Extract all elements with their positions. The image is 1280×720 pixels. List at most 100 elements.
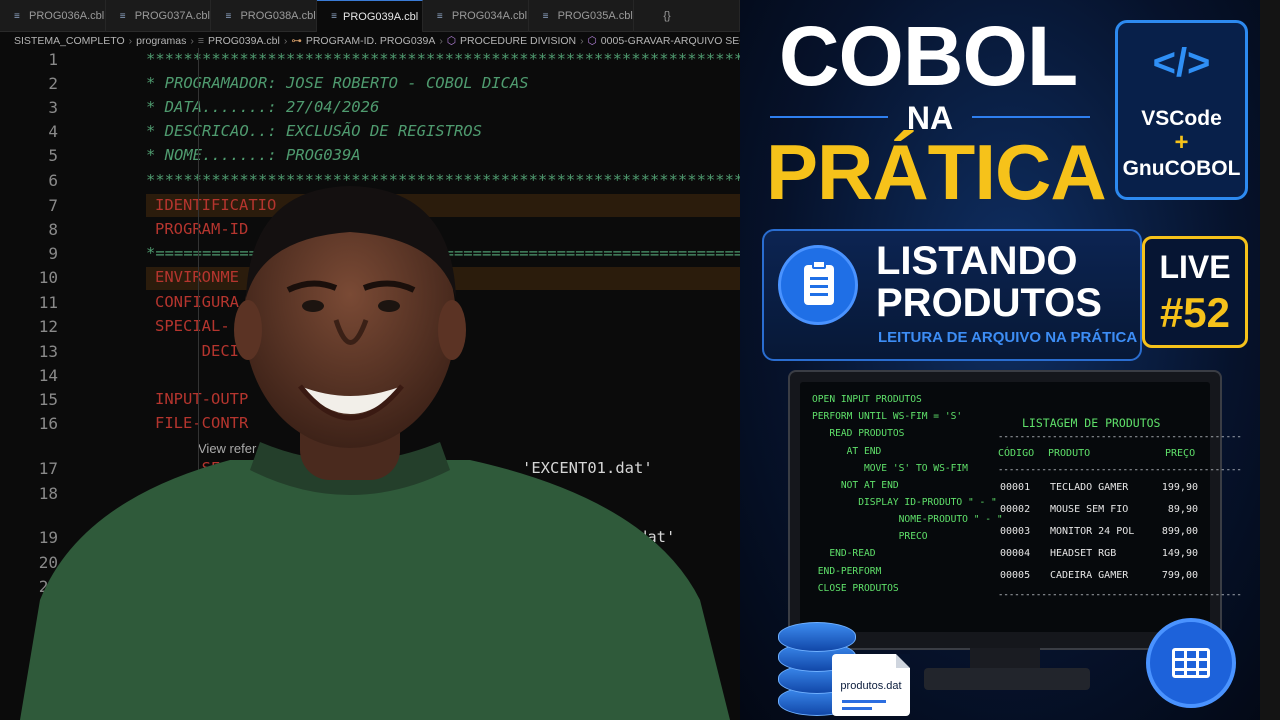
listing-product: MONITOR 24 POL <box>1050 526 1135 537</box>
tab-file[interactable]: ≡ PROG034A.cbl <box>423 0 529 32</box>
chevron-right-icon: › <box>128 35 133 47</box>
code-sample-line: PERFORM UNTIL WS-FIM = 'S' <box>812 411 963 422</box>
listing-code: 00005 <box>1000 570 1031 581</box>
file-lines-icon: ≡ <box>14 10 20 22</box>
listing-product: CADEIRA GAMER <box>1050 570 1129 581</box>
listing-code: 00002 <box>1000 504 1031 515</box>
tools-line-1: VSCode <box>1141 107 1222 130</box>
listing-code: 00003 <box>1000 526 1031 537</box>
module-icon: ⬡ <box>587 35 597 47</box>
topic-card: LISTANDO PRODUTOS LEITURA DE ARQUIVO NA … <box>762 229 1142 361</box>
breadcrumb-item[interactable]: PROCEDURE DIVISION <box>460 35 576 47</box>
listing-code: 00001 <box>1000 482 1031 493</box>
banner-title-highlight: PRÁTICA <box>766 128 1107 216</box>
listing-rule: ----------------------------------------… <box>998 432 1242 442</box>
code-sample-line: CLOSE PRODUTOS <box>812 583 899 594</box>
tools-line-2: GnuCOBOL <box>1122 157 1241 180</box>
line-number: 1 <box>48 50 58 69</box>
listing-product: TECLADO GAMER <box>1050 482 1129 493</box>
tab-label: {} <box>663 10 671 22</box>
code-sample-line: AT END <box>812 446 882 457</box>
chevron-right-icon: › <box>190 35 194 47</box>
file-lines-icon: ≡ <box>331 11 337 22</box>
file-icon: produtos.dat <box>832 654 910 716</box>
breadcrumb-item[interactable]: programas <box>136 35 186 47</box>
file-lines-icon: ≡ <box>119 10 126 22</box>
code-line: * NOME.......: PROG039A <box>146 146 361 164</box>
listing-header-code: CÓDIGO <box>998 448 1035 459</box>
tab-label: PROG037A.cbl <box>134 10 210 22</box>
tab-file[interactable]: ≡ PROG036A.cbl <box>0 0 106 32</box>
clipboard-icon <box>778 245 858 325</box>
code-sample-line: END-PERFORM <box>812 566 882 577</box>
listing-price: 799,00 <box>1161 570 1198 581</box>
code-line: * DESCRICAO..: EXCLUSÃO DE REGISTROS <box>146 122 482 140</box>
tab-label: PROG038A.cbl <box>240 10 316 22</box>
code-line: ****************************************… <box>146 50 740 68</box>
chevron-right-icon: › <box>283 35 288 47</box>
tab-file[interactable]: ≡ PROG037A.cbl <box>106 0 212 32</box>
line-number: 3 <box>48 98 58 117</box>
green-shirt <box>20 460 730 720</box>
symbol-icon: ⊶ <box>291 35 302 47</box>
divider <box>770 116 888 118</box>
code-line: * DATA.......: 27/04/2026 <box>146 98 380 116</box>
line-number: 2 <box>48 74 58 93</box>
plus-icon: + <box>1174 129 1189 156</box>
tab-file[interactable]: ≡ PROG038A.cbl <box>211 0 318 32</box>
code-sample-line: OPEN INPUT PRODUTOS <box>812 394 922 405</box>
listing-price: 149,90 <box>1161 548 1198 559</box>
live-thumbnail-banner: COBOL NA PRÁTICA </> VSCode + GnuCOBOL L… <box>740 0 1280 720</box>
code-sample-line: MOVE 'S' TO WS-FIM <box>812 463 968 474</box>
line-number: 4 <box>48 122 58 141</box>
listing-product: MOUSE SEM FIO <box>1050 504 1129 515</box>
code-sample-line: END-READ <box>812 548 876 559</box>
code-sample-line: NOME-PRODUTO " - " <box>812 514 1003 525</box>
code-line: * PROGRAMADOR: JOSE ROBERTO - COBOL DICA… <box>146 74 529 92</box>
tab-label: PROG036A.cbl <box>29 10 105 22</box>
tab-label: PROG039A.cbl <box>343 10 419 23</box>
listing-price: 899,00 <box>1161 526 1198 537</box>
file-lines-icon: ≡ <box>197 35 205 47</box>
breadcrumb-item[interactable]: PROG039A.cbl <box>208 35 280 47</box>
listing-title: LISTAGEM DE PRODUTOS <box>1022 416 1161 430</box>
presenter-webcam <box>20 186 730 720</box>
code-sample-line: PRECO <box>812 531 928 542</box>
scrollbar[interactable] <box>1260 0 1280 720</box>
listing-price: 199,90 <box>1161 482 1198 493</box>
editor-tab-bar: ≡ PROG036A.cbl ≡ PROG037A.cbl ≡ PROG038A.cbl ≡… <box>0 0 740 32</box>
live-number: #52 <box>1159 289 1231 336</box>
code-sample-line: NOT AT END <box>812 480 899 491</box>
file-label: produtos.dat <box>840 680 902 692</box>
code-icon: </> <box>1152 41 1211 85</box>
topic-title-line-1: LISTANDO <box>876 239 1078 283</box>
listing-code: 00004 <box>1000 548 1031 559</box>
breadcrumb-item[interactable]: 0005-GRAVAR-ARQUIVO SEC <box>601 35 740 47</box>
line-number: 5 <box>48 146 58 165</box>
tab-file[interactable]: ≡PROG039A.cbl× <box>317 0 423 32</box>
listing-header-price: PREÇO <box>1165 448 1196 459</box>
chevron-right-icon: › <box>439 35 443 47</box>
tools-badge: </> VSCode + GnuCOBOL <box>1115 20 1248 200</box>
tab-file[interactable]: ≡ PROG035A.cbl <box>529 0 635 32</box>
code-sample-line: READ PRODUTOS <box>812 428 905 439</box>
listing-rule: ----------------------------------------… <box>998 465 1242 475</box>
terminal-screen: OPEN INPUT PRODUTOS PERFORM UNTIL WS-FIM… <box>800 382 1242 632</box>
tab-file[interactable]: {} <box>634 0 740 32</box>
listing-price: 89,90 <box>1167 504 1198 515</box>
topic-title-line-2: PRODUTOS <box>876 281 1102 325</box>
listing-rule: ----------------------------------------… <box>998 590 1242 600</box>
live-label: LIVE <box>1159 249 1231 285</box>
chevron-right-icon: › <box>580 35 584 47</box>
breadcrumb-item[interactable]: SISTEMA_COMPLETO <box>14 35 125 47</box>
monitor-base <box>924 668 1090 690</box>
code-editor: ≡ PROG036A.cbl ≡ PROG037A.cbl ≡ PROG038A.cbl ≡… <box>0 0 740 720</box>
tab-label: PROG035A.cbl <box>557 10 633 22</box>
listing-header-product: PRODUTO <box>1048 448 1091 459</box>
topic-subtitle: LEITURA DE ARQUIVO NA PRÁTICA <box>878 329 1138 346</box>
module-icon: ⬡ <box>446 35 457 47</box>
file-lines-icon: ≡ <box>542 10 549 22</box>
tab-label: PROG034A.cbl <box>451 10 528 22</box>
banner-title: COBOL <box>778 9 1078 103</box>
breadcrumb-item[interactable]: PROGRAM-ID. PROG039A <box>306 35 436 47</box>
